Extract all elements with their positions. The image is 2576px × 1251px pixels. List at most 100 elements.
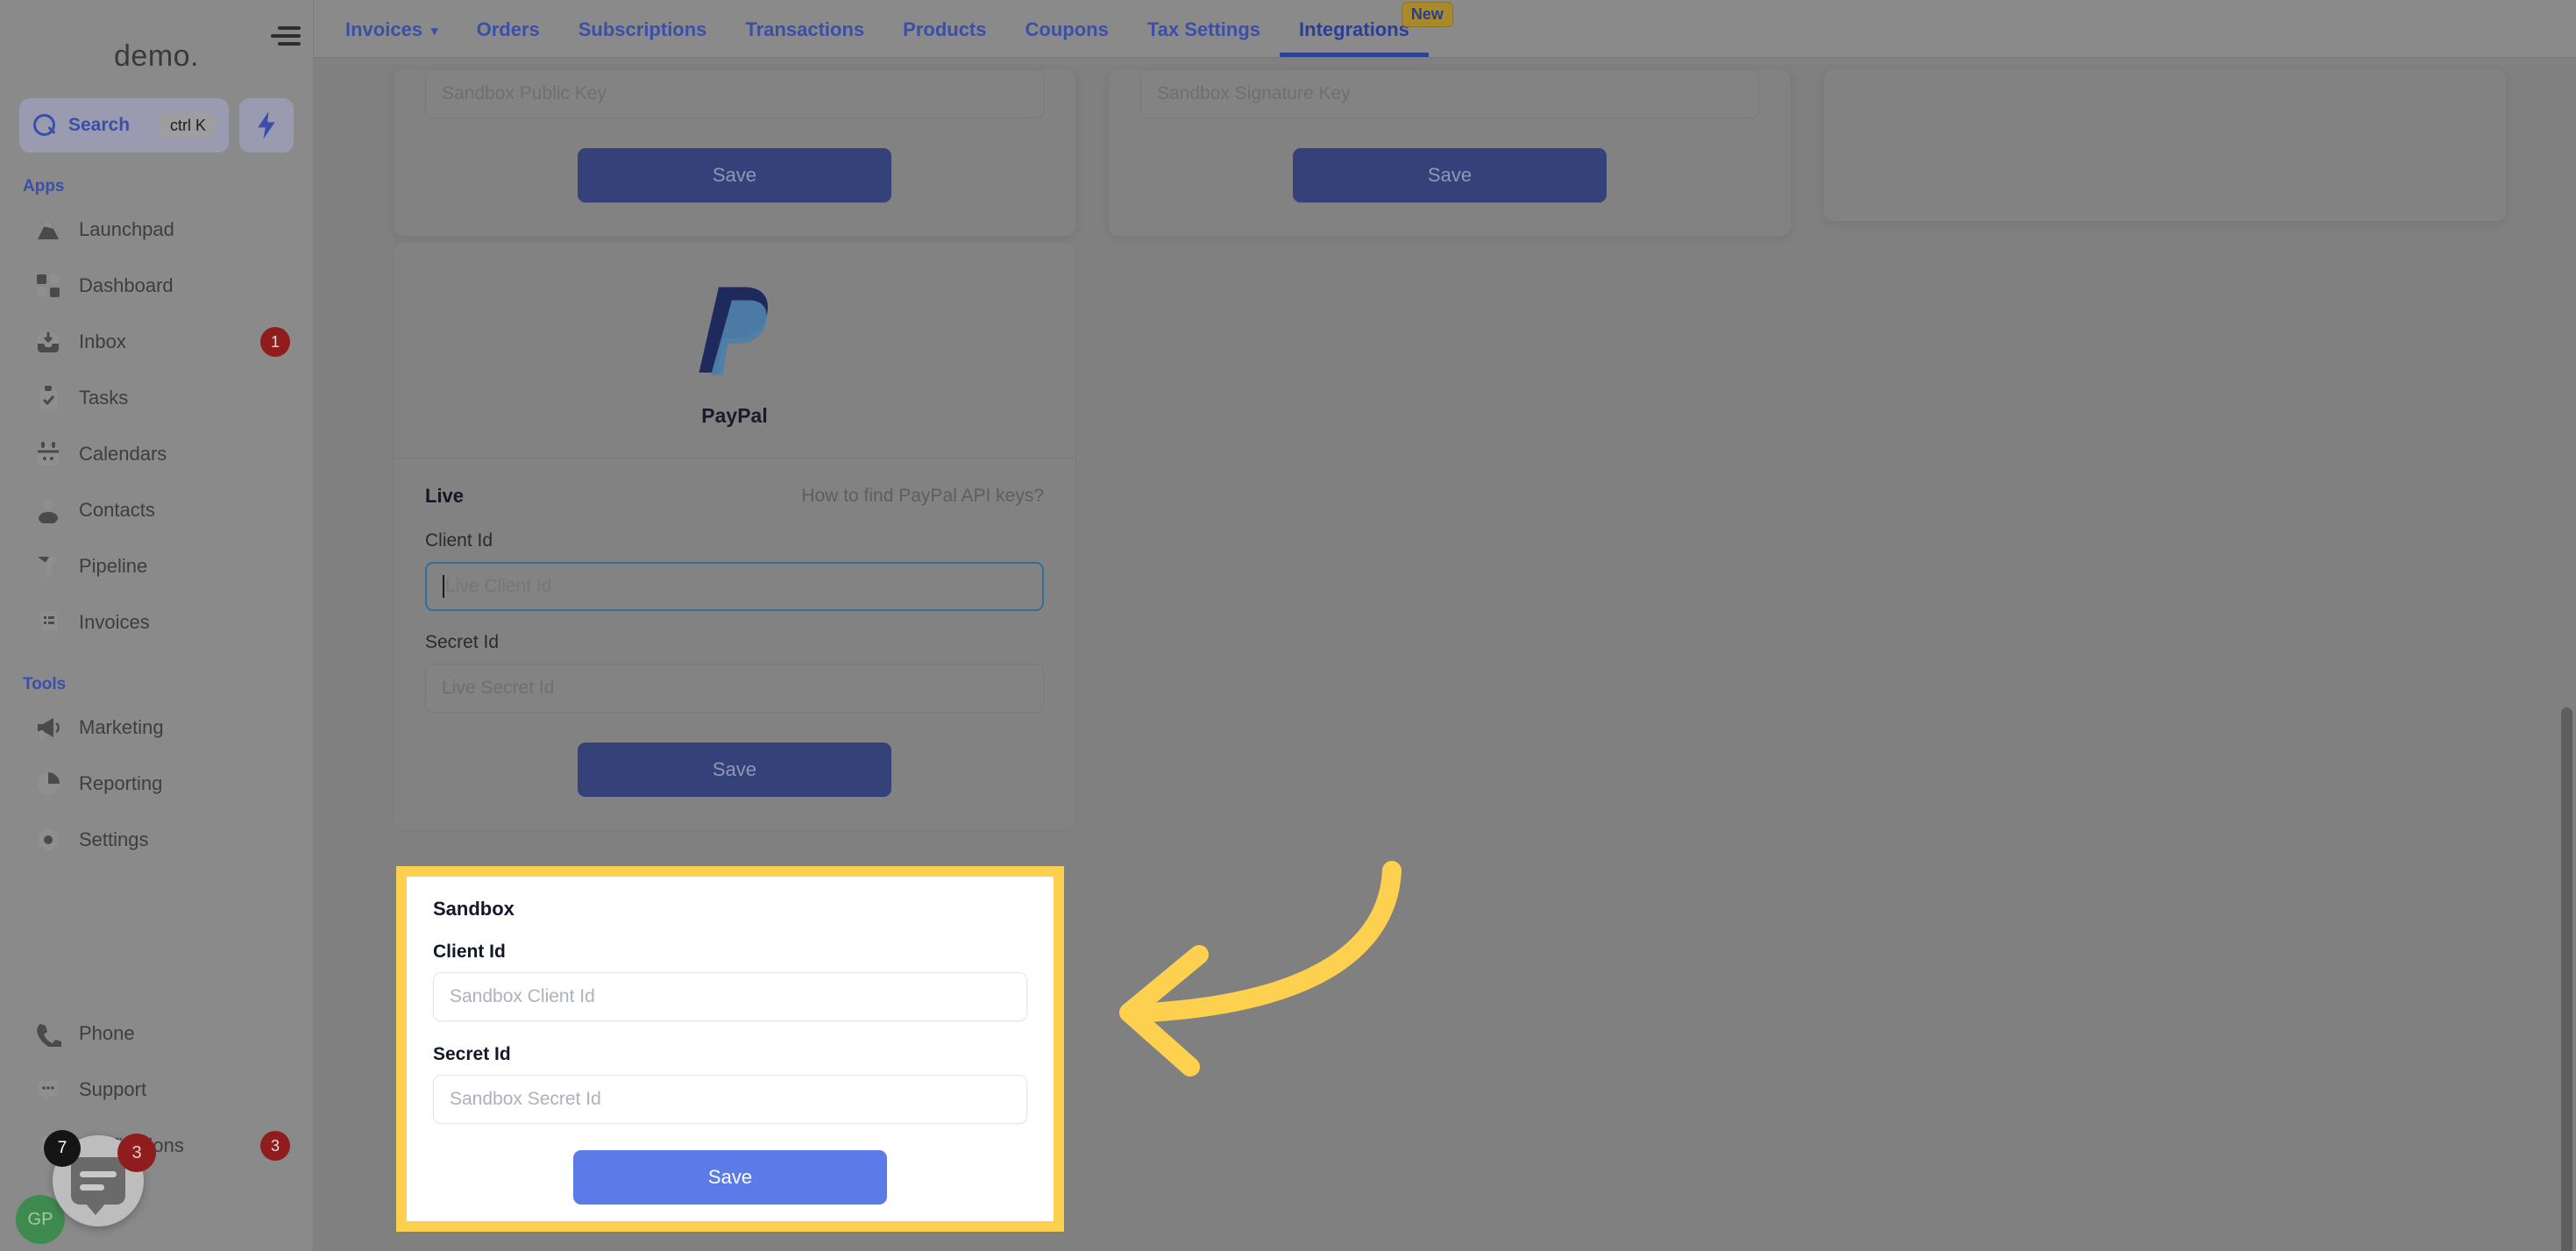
tab-products[interactable]: Products <box>884 0 1005 57</box>
integration-card-signature-key: Sandbox Signature Key Save <box>1108 68 1792 237</box>
curved-arrow-left-icon <box>1119 861 1402 1077</box>
sandbox-client-id-label: Client Id <box>433 942 506 962</box>
integration-card-empty <box>1823 68 2507 222</box>
sidebar-item-badge: 3 <box>260 1131 290 1161</box>
sidebar-item-phone[interactable]: Phone <box>0 1006 313 1062</box>
contacts-icon <box>39 500 58 523</box>
sidebar-item-pipeline[interactable]: Pipeline <box>0 538 313 594</box>
sidebar-item-label: Settings <box>79 828 149 850</box>
tab-orders[interactable]: Orders <box>458 0 559 57</box>
search-label: Search <box>68 115 131 135</box>
sidebar-bottom-nav: Phone Support Notifications 3 Profile GP… <box>0 1006 313 1251</box>
live-secret-id-label: Secret Id <box>425 632 500 652</box>
calendar-icon <box>38 442 59 466</box>
brand-logo: demo. <box>114 39 199 73</box>
scrollbar-thumb[interactable] <box>2561 707 2572 1251</box>
chat-bubble-icon <box>71 1157 125 1215</box>
tab-integrations[interactable]: Integrations New <box>1280 0 1453 57</box>
sidebar-item-calendars[interactable]: Calendars <box>0 426 313 482</box>
sandbox-secret-id-label: Secret Id <box>433 1044 511 1064</box>
tab-label: Transactions <box>745 18 865 40</box>
live-secret-id-input[interactable]: Live Secret Id <box>425 664 1044 713</box>
sidebar-item-label: Marketing <box>79 716 164 738</box>
launchpad-icon <box>38 218 59 239</box>
annotation-arrow <box>1087 846 1420 1100</box>
sidebar-item-label: Tasks <box>79 387 129 409</box>
paypal-live-section: Live How to find PayPal API keys? Client… <box>394 458 1075 830</box>
top-navigation-bar: Invoices ▾ Orders Subscriptions Transact… <box>314 0 2576 58</box>
sidebar-item-settings[interactable]: Settings <box>0 812 313 868</box>
tab-label: Integrations <box>1299 18 1409 40</box>
tab-new-badge: New <box>1401 2 1453 27</box>
tab-coupons[interactable]: Coupons <box>1006 0 1128 57</box>
tab-tax-settings[interactable]: Tax Settings <box>1128 0 1280 57</box>
inbox-icon <box>38 332 59 352</box>
tab-subscriptions[interactable]: Subscriptions <box>559 0 727 57</box>
paypal-name: PayPal <box>701 404 768 427</box>
tab-label: Subscriptions <box>578 18 707 40</box>
sidebar-item-label: Launchpad <box>79 218 174 240</box>
live-client-id-input[interactable]: Live Client Id <box>425 562 1044 611</box>
paypal-api-keys-help-link[interactable]: How to find PayPal API keys? <box>801 486 1044 507</box>
sidebar-item-label: Reporting <box>79 772 163 794</box>
tasks-icon <box>39 386 57 409</box>
dashboard-icon <box>37 274 60 297</box>
support-chat-icon <box>38 1081 59 1100</box>
live-client-id-placeholder: Live Client Id <box>445 576 552 596</box>
sandbox-signature-key-input[interactable]: Sandbox Signature Key <box>1140 69 1759 118</box>
sidebar-item-contacts[interactable]: Contacts <box>0 482 313 538</box>
sandbox-secret-id-input[interactable]: Sandbox Secret Id <box>433 1075 1027 1124</box>
tab-list: Invoices ▾ Orders Subscriptions Transact… <box>314 0 1453 57</box>
sidebar-item-badge: 1 <box>260 327 290 357</box>
chat-widget-button[interactable]: 7 3 <box>44 1130 156 1226</box>
sidebar-item-label: Inbox <box>79 331 126 352</box>
tab-label: Products <box>903 18 987 40</box>
paypal-live-header: Live How to find PayPal API keys? <box>425 485 1044 508</box>
text-cursor <box>443 575 444 598</box>
main-scrollbar[interactable] <box>2557 116 2576 1251</box>
paypal-card-header: PayPal <box>394 243 1075 458</box>
live-client-id-label: Client Id <box>425 530 493 551</box>
lightning-bolt-icon <box>258 111 275 139</box>
sidebar-item-tasks[interactable]: Tasks <box>0 370 313 426</box>
sidebar-item-marketing[interactable]: Marketing <box>0 700 313 756</box>
sidebar-item-support[interactable]: Support <box>0 1062 313 1118</box>
sidebar-item-label: Calendars <box>79 443 167 465</box>
top-integration-cards: Sandbox Public Key Save Sandbox Signatur… <box>314 58 2576 237</box>
search-shortcut-badge: ctrl K <box>160 112 215 139</box>
tab-invoices[interactable]: Invoices ▾ <box>326 0 458 57</box>
save-button-signature-key[interactable]: Save <box>1293 148 1607 203</box>
save-button-sandbox[interactable]: Save <box>573 1150 887 1205</box>
chat-notification-badge: 3 <box>117 1134 156 1172</box>
tab-label: Invoices <box>345 18 423 40</box>
sidebar-nav: Apps Launchpad Dashboard Inbox 1 Tasks C… <box>0 153 313 868</box>
sandbox-public-key-input[interactable]: Sandbox Public Key <box>425 69 1044 118</box>
sidebar-item-invoices[interactable]: Invoices <box>0 594 313 650</box>
paypal-logo-icon <box>699 287 769 375</box>
paypal-sandbox-section: Sandbox Client Id Sandbox Client Id Secr… <box>407 877 1054 1221</box>
save-button-public-key[interactable]: Save <box>578 148 891 203</box>
sidebar-item-label: Invoices <box>79 611 150 633</box>
invoices-icon <box>39 611 57 632</box>
sidebar-section-title: Tools <box>23 675 67 693</box>
live-env-label: Live <box>425 485 465 507</box>
sidebar: demo. Search ctrl K Apps Launchpad Dashb… <box>0 0 314 1251</box>
integration-card-public-key: Sandbox Public Key Save <box>393 68 1076 237</box>
sandbox-client-id-input[interactable]: Sandbox Client Id <box>433 972 1027 1021</box>
sidebar-item-launchpad[interactable]: Launchpad <box>0 202 313 258</box>
phone-icon <box>37 1024 61 1047</box>
sandbox-env-label: Sandbox <box>433 898 514 920</box>
search-icon <box>33 114 56 137</box>
app-root: demo. Search ctrl K Apps Launchpad Dashb… <box>0 0 2576 1251</box>
tab-transactions[interactable]: Transactions <box>726 0 884 57</box>
paypal-integration-card: PayPal Live How to find PayPal API keys?… <box>393 242 1076 831</box>
tab-label: Coupons <box>1025 18 1109 40</box>
sidebar-item-label: Dashboard <box>79 274 174 296</box>
sidebar-item-dashboard[interactable]: Dashboard <box>0 258 313 314</box>
sidebar-collapse-icon[interactable] <box>271 23 301 49</box>
sidebar-item-inbox[interactable]: Inbox 1 <box>0 314 313 370</box>
sidebar-item-label: Contacts <box>79 499 155 521</box>
chat-unread-badge: 7 <box>44 1130 81 1167</box>
sidebar-item-reporting[interactable]: Reporting <box>0 756 313 812</box>
save-button-live[interactable]: Save <box>578 743 891 797</box>
